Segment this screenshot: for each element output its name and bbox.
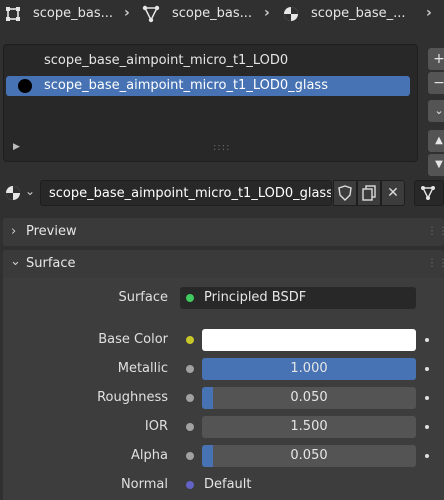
close-icon: ✕ bbox=[387, 185, 399, 201]
surface-shader-select[interactable]: Principled BSDF bbox=[180, 287, 416, 309]
color-socket-icon[interactable] bbox=[186, 336, 194, 344]
list-item[interactable]: scope_base_aimpoint_micro_t1_LOD0_glass bbox=[6, 76, 410, 96]
normal-input[interactable]: Default bbox=[180, 474, 416, 496]
breadcrumb-object[interactable]: scope_bas... bbox=[33, 6, 119, 21]
keyframe-dot-icon[interactable] bbox=[425, 396, 429, 400]
object-icon bbox=[6, 7, 20, 21]
chevron-down-icon[interactable]: ⌄ bbox=[428, 100, 444, 122]
surface-label: Surface bbox=[118, 290, 168, 305]
move-up-button[interactable]: ▲ bbox=[428, 130, 444, 152]
roughness-label: Roughness bbox=[97, 390, 168, 405]
material-name-field[interactable]: scope_base_aimpoint_micro_t1_LOD0_glass bbox=[40, 180, 332, 206]
breadcrumb-material[interactable]: scope_base_... bbox=[311, 6, 417, 21]
alpha-slider[interactable]: 0.050 bbox=[202, 445, 416, 467]
roughness-slider[interactable]: 0.050 bbox=[202, 387, 416, 409]
drag-handle-icon[interactable]: ⋮⋮ bbox=[427, 218, 444, 246]
unlink-material-button[interactable]: ✕ bbox=[381, 180, 405, 206]
keyframe-dot-icon[interactable] bbox=[425, 425, 429, 429]
base-color-label: Base Color bbox=[98, 332, 168, 347]
link-mode-dropdown[interactable] bbox=[414, 180, 444, 206]
remove-slot-button[interactable]: − bbox=[428, 72, 444, 94]
material-icon bbox=[6, 186, 20, 200]
breadcrumb-mesh[interactable]: scope_bas... bbox=[172, 6, 258, 21]
material-browse-button[interactable]: ⌄ bbox=[3, 180, 39, 206]
list-item[interactable]: scope_base_aimpoint_micro_t1_LOD0 bbox=[6, 51, 410, 71]
add-slot-button[interactable]: + bbox=[428, 48, 444, 70]
chevron-down-icon: ⌄ bbox=[10, 254, 21, 269]
metallic-slider[interactable]: 1.000 bbox=[202, 358, 416, 380]
move-down-button[interactable]: ▼ bbox=[428, 154, 444, 176]
vector-socket-icon bbox=[186, 481, 194, 489]
keyframe-dot-icon[interactable] bbox=[425, 338, 429, 342]
keyframe-dot-icon[interactable] bbox=[425, 454, 429, 458]
alpha-label: Alpha bbox=[131, 448, 168, 463]
drag-handle-icon[interactable]: ⋮⋮ bbox=[427, 250, 444, 278]
material-preview-icon bbox=[18, 79, 32, 93]
fake-user-button[interactable] bbox=[333, 180, 357, 206]
duplicate-icon bbox=[362, 185, 376, 201]
value-socket-icon[interactable] bbox=[186, 394, 194, 402]
chevron-down-icon: ⌄ bbox=[25, 184, 36, 198]
value-socket-icon[interactable] bbox=[186, 365, 194, 373]
shield-icon bbox=[338, 185, 352, 201]
duplicate-material-button[interactable] bbox=[357, 180, 381, 206]
ior-field[interactable]: 1.500 bbox=[202, 416, 416, 438]
base-color-swatch[interactable] bbox=[202, 329, 416, 351]
chevron-right-icon: › bbox=[11, 224, 17, 239]
value-socket-icon[interactable] bbox=[186, 423, 194, 431]
metallic-label: Metallic bbox=[117, 361, 168, 376]
panel-title: Preview bbox=[26, 224, 77, 239]
panel-surface-header[interactable]: ⌄ Surface ⋮⋮ bbox=[3, 250, 444, 278]
ior-label: IOR bbox=[144, 419, 168, 434]
mesh-data-icon bbox=[421, 186, 435, 200]
panel-preview-header[interactable]: › Preview ⋮⋮ bbox=[3, 218, 444, 246]
shader-socket-icon bbox=[186, 294, 194, 302]
breadcrumb: scope_bas... › scope_bas... › scope_base… bbox=[0, 0, 444, 30]
panel-title: Surface bbox=[26, 256, 76, 271]
chevron-right-icon: › bbox=[124, 5, 130, 21]
play-icon[interactable]: ▶ bbox=[13, 142, 20, 152]
resize-handle[interactable]: :::: bbox=[213, 142, 230, 153]
keyframe-dot-icon[interactable] bbox=[425, 367, 429, 371]
material-icon bbox=[284, 7, 298, 21]
mesh-data-icon bbox=[142, 5, 160, 23]
chevron-right-icon: › bbox=[264, 5, 270, 21]
normal-label: Normal bbox=[120, 477, 168, 492]
value-socket-icon[interactable] bbox=[186, 452, 194, 460]
chevron-right-icon: › bbox=[426, 5, 432, 21]
